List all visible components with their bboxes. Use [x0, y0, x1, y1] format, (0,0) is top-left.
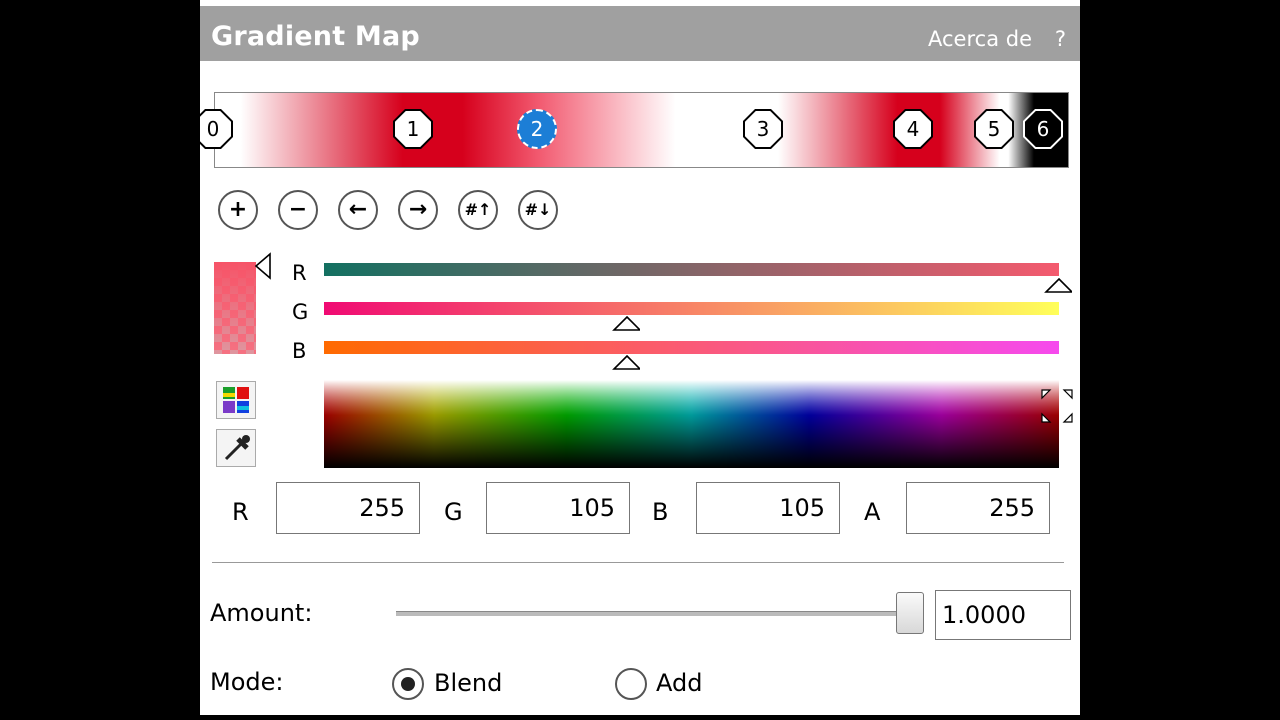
panel-title: Gradient Map	[211, 21, 420, 52]
gradient-bar[interactable]: 0 1 2 3 4 5 6	[200, 92, 1069, 168]
channel-g-pointer-icon[interactable]	[612, 316, 640, 332]
value-g-input[interactable]: 105	[486, 482, 630, 534]
move-right-button[interactable]: →	[398, 190, 438, 230]
amount-label: Amount:	[210, 599, 313, 627]
channel-r-pointer-icon[interactable]	[1044, 278, 1072, 294]
help-link[interactable]: ?	[1055, 27, 1066, 51]
mode-blend-label[interactable]: Blend	[434, 669, 502, 697]
channel-b-label: B	[292, 339, 307, 363]
gradient-map-panel: Gradient Map Acerca de ? 0 1 2 3 4 5 6 +…	[200, 0, 1080, 715]
color-spectrum-picker[interactable]	[324, 380, 1059, 468]
about-link[interactable]: Acerca de	[928, 27, 1032, 51]
palette-icon	[223, 387, 249, 413]
amount-slider-track[interactable]	[396, 611, 911, 616]
gradient-stop-3[interactable]: 3	[743, 109, 783, 149]
move-left-button[interactable]: ←	[338, 190, 378, 230]
stop-label: 2	[530, 117, 544, 141]
swatch-pointer-icon[interactable]	[254, 252, 272, 280]
value-a-label: A	[864, 498, 881, 526]
channel-b-slider[interactable]	[324, 341, 1059, 354]
value-a-input[interactable]: 255	[906, 482, 1050, 534]
mode-blend-radio[interactable]	[392, 668, 424, 700]
amount-slider-thumb[interactable]	[896, 592, 924, 634]
channel-g-slider[interactable]	[324, 302, 1059, 315]
channel-g-label: G	[292, 300, 309, 324]
gradient-stop-5[interactable]: 5	[974, 109, 1014, 149]
distribute-up-button[interactable]: #↑	[458, 190, 498, 230]
value-r-label: R	[232, 498, 249, 526]
palette-button[interactable]	[216, 381, 256, 419]
stop-label: 5	[976, 111, 1012, 147]
channel-b-pointer-icon[interactable]	[612, 355, 640, 371]
value-b-label: B	[652, 498, 669, 526]
divider	[212, 562, 1064, 563]
amount-input[interactable]: 1.0000	[935, 590, 1071, 640]
channel-r-slider[interactable]	[324, 263, 1059, 276]
gradient-stop-0[interactable]: 0	[200, 109, 233, 149]
channel-r-label: R	[292, 261, 307, 285]
value-r-input[interactable]: 255	[276, 482, 420, 534]
eyedropper-icon	[224, 435, 250, 461]
mode-add-label[interactable]: Add	[656, 669, 702, 697]
titlebar: Gradient Map Acerca de ?	[200, 6, 1080, 61]
mode-label: Mode:	[210, 668, 284, 696]
value-b-input[interactable]: 105	[696, 482, 840, 534]
eyedropper-button[interactable]	[216, 429, 256, 467]
distribute-down-button[interactable]: #↓	[518, 190, 558, 230]
stop-label: 1	[395, 111, 431, 147]
stop-label: 0	[200, 111, 231, 147]
gradient-stop-1[interactable]: 1	[393, 109, 433, 149]
stop-label: 6	[1025, 111, 1061, 147]
value-g-label: G	[444, 498, 463, 526]
remove-stop-button[interactable]: −	[278, 190, 318, 230]
current-color-swatch[interactable]	[214, 262, 256, 354]
gradient-stop-4[interactable]: 4	[893, 109, 933, 149]
gradient-stop-6[interactable]: 6	[1023, 109, 1063, 149]
stop-label: 4	[895, 111, 931, 147]
mode-add-radio[interactable]	[615, 668, 647, 700]
add-stop-button[interactable]: +	[218, 190, 258, 230]
gradient-stop-2-selected[interactable]: 2	[517, 109, 557, 149]
spectrum-crosshair-icon[interactable]	[1040, 388, 1074, 424]
stop-label: 3	[745, 111, 781, 147]
